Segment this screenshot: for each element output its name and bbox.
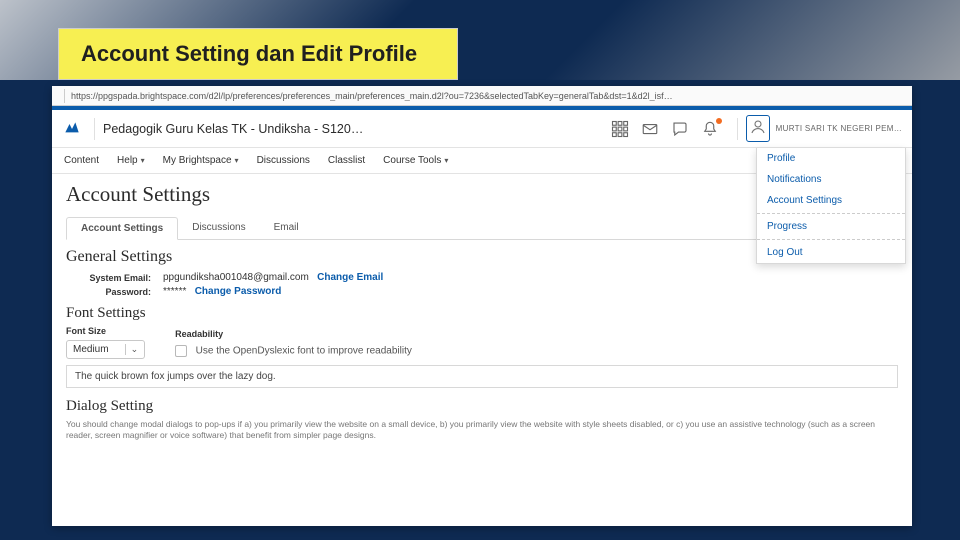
mail-icon[interactable] [641,120,659,138]
browser-window: https://ppgspada.brightspace.com/d2l/lp/… [52,86,912,526]
menu-item-logout[interactable]: Log Out [757,242,905,263]
notification-dot-icon [716,118,722,124]
url-bar: https://ppgspada.brightspace.com/d2l/lp/… [52,86,912,106]
system-email-value: ppgundiksha001048@gmail.com [163,272,309,283]
menu-item-profile[interactable]: Profile [757,148,905,169]
logo-icon [62,119,82,139]
nav-course-tools[interactable]: Course Tools▾ [383,155,448,166]
app-bar: Pedagogik Guru Kelas TK - Undiksha - S12… [52,110,912,148]
password-value: ****** [163,286,186,297]
dialog-setting-heading: Dialog Setting [66,398,898,415]
opendyslexic-checkbox[interactable] [175,345,187,357]
password-label: Password: [66,287,151,297]
bell-icon[interactable] [701,120,719,138]
chat-icon[interactable] [671,120,689,138]
nav-content[interactable]: Content [64,155,99,166]
tab-discussions[interactable]: Discussions [178,217,259,239]
change-email-link[interactable]: Change Email [317,272,383,283]
nav-mybrightspace[interactable]: My Brightspace▾ [163,155,239,166]
opendyslexic-label: Use the OpenDyslexic font to improve rea… [196,345,412,356]
chevron-down-icon: ⌄ [125,344,139,355]
avatar-icon [749,125,767,139]
nav-discussions[interactable]: Discussions [257,155,310,166]
tab-account-settings[interactable]: Account Settings [66,217,178,240]
course-title[interactable]: Pedagogik Guru Kelas TK - Undiksha - S12… [103,122,363,136]
url-text: https://ppgspada.brightspace.com/d2l/lp/… [71,91,906,101]
menu-item-account-settings[interactable]: Account Settings [757,190,905,211]
font-size-value: Medium [73,344,109,355]
chevron-down-icon: ▾ [141,156,145,165]
font-settings-heading: Font Settings [66,305,898,322]
readability-label: Readability [175,329,412,339]
font-size-select[interactable]: Medium ⌄ [66,340,145,359]
font-preview-box: The quick brown fox jumps over the lazy … [66,365,898,388]
system-email-label: System Email: [66,273,151,283]
chevron-down-icon: ▾ [235,156,239,165]
nav-classlist[interactable]: Classlist [328,155,365,166]
tab-email[interactable]: Email [260,217,313,239]
user-name-label: MURTI SARI TK NEGERI PEM… [776,124,902,133]
slide-title: Account Setting dan Edit Profile [58,28,458,80]
chevron-down-icon: ▾ [444,156,448,165]
menu-item-notifications[interactable]: Notifications [757,169,905,190]
apps-grid-icon[interactable] [611,120,629,138]
dialog-setting-description: You should change modal dialogs to pop-u… [66,419,898,442]
change-password-link[interactable]: Change Password [195,286,282,297]
nav-help[interactable]: Help▾ [117,155,145,166]
font-size-label: Font Size [66,326,145,336]
user-menu-trigger[interactable]: MURTI SARI TK NEGERI PEM… [746,115,902,142]
user-dropdown-menu: Profile Notifications Account Settings P… [756,148,906,264]
menu-item-progress[interactable]: Progress [757,216,905,237]
